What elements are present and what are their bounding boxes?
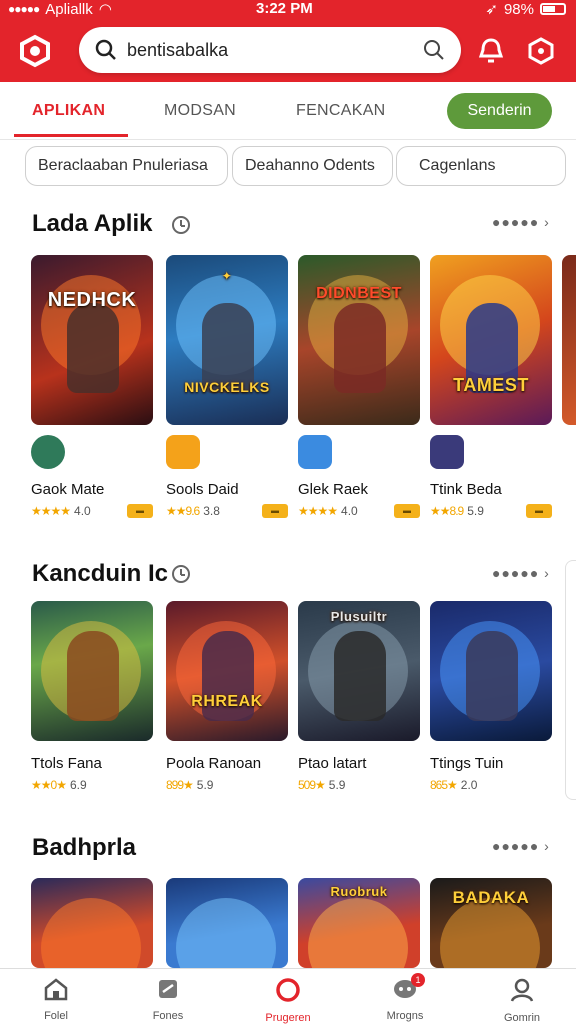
app-art: Ruobruk — [298, 878, 420, 968]
bottom-navigation: Folel Fones Prugeren 1 Mrogns Gomrin — [0, 968, 576, 1024]
app-rating: ★★★★ 4.0 ▬ — [31, 504, 153, 518]
app-name: Poola Ranoan — [166, 755, 262, 772]
app-card[interactable]: ✦ NIVCKELKS Sools Daid ★★9.6 3.8 ▬ — [166, 255, 288, 518]
nav-center[interactable]: Prugeren — [248, 977, 328, 1024]
app-name: Ttings Tuin — [430, 755, 504, 772]
status-time: 3:22 PM — [256, 0, 313, 17]
profile-icon — [510, 978, 534, 1002]
nav-games[interactable]: Fones — [128, 977, 208, 1022]
app-card[interactable]: Plusuiltr Ptao latart 509★ 5.9 — [298, 601, 420, 792]
app-card[interactable]: TAMEST Ttink Beda ★★8.9 5.9 ▬ — [430, 255, 552, 518]
search-input[interactable]: bentisabalka — [127, 40, 228, 61]
app-art — [31, 878, 153, 968]
signal-icon: ●●●●● — [8, 2, 40, 16]
app-art: TAMEST — [430, 255, 552, 425]
app-icon — [298, 435, 332, 469]
gift-icon[interactable] — [526, 36, 556, 66]
app-art: BADAKA — [430, 878, 552, 968]
tab-aplikan[interactable]: APLIKAN — [32, 102, 105, 120]
app-name: Ttink Beda — [430, 481, 502, 498]
nav-messages[interactable]: 1 Mrogns — [365, 973, 445, 1022]
tab-modsan[interactable]: MODSAN — [164, 102, 236, 120]
carrier-label: Apliallk — [45, 0, 93, 18]
app-art: ✦ NIVCKELKS — [166, 255, 288, 425]
see-more-link[interactable]: ●●●●● › — [492, 838, 550, 854]
app-card[interactable]: Ttings Tuin 865★ 2.0 — [430, 601, 552, 792]
app-rating: ★★0★ 6.9 — [31, 778, 87, 792]
clock-icon — [172, 565, 190, 583]
app-card[interactable]: RHREAK Poola Ranoan 899★ 5.9 — [166, 601, 288, 792]
app-card[interactable]: DIDNBEST Glek Raek ★★★★ 4.0 ▬ — [298, 255, 420, 518]
app-card[interactable]: NEDHCK Gaok Mate ★★★★ 4.0 ▬ — [31, 255, 153, 518]
price-badge-icon: ▬ — [262, 504, 288, 518]
app-rating: ★★★★ 4.0 ▬ — [298, 504, 420, 518]
status-bar: ●●●●● Apliallk ◠ 3:22 PM ➶ 98% — [0, 0, 576, 18]
battery-percent: 98% — [503, 0, 534, 18]
app-card[interactable] — [31, 878, 153, 968]
app-art: NEDHCK — [31, 255, 153, 425]
filter-chips: Beraclaaban Pnuleriasa Deahanno Odents C… — [0, 140, 576, 196]
app-art: Plusuiltr — [298, 601, 420, 741]
app-art: RHREAK — [166, 601, 288, 741]
app-art — [430, 601, 552, 741]
next-card-peek — [565, 560, 576, 800]
price-badge-icon: ▬ — [394, 504, 420, 518]
app-card[interactable]: Ttols Fana ★★0★ 6.9 — [31, 601, 153, 792]
search-icon — [95, 39, 116, 60]
home-icon — [44, 978, 68, 1001]
chip-1[interactable]: Beraclaaban Pnuleriasa — [25, 146, 228, 186]
next-card-peek — [562, 255, 576, 425]
battery-icon — [540, 3, 566, 15]
ring-icon — [276, 978, 300, 1002]
app-art — [166, 878, 288, 968]
section-title: Badhprla — [32, 834, 137, 861]
notification-badge: 1 — [411, 973, 425, 987]
app-rating: 899★ 5.9 — [166, 778, 214, 792]
section-title: Kancduin Ic — [32, 560, 169, 587]
app-card[interactable] — [166, 878, 288, 968]
app-name: Ptao latart — [298, 755, 367, 772]
senderin-button[interactable]: Senderin — [447, 93, 552, 129]
app-icon — [166, 435, 200, 469]
chip-2[interactable]: Deahanno Odents — [232, 146, 393, 186]
app-name: Gaok Mate — [31, 481, 105, 498]
notification-bell-icon[interactable] — [476, 36, 506, 66]
search-submit-icon[interactable] — [423, 39, 445, 61]
app-card[interactable]: BADAKA — [430, 878, 552, 968]
see-more-link[interactable]: ●●●●● › — [492, 214, 550, 230]
app-rating: ★★9.6 3.8 ▬ — [166, 504, 288, 518]
section-title: Lada Aplik — [32, 210, 153, 237]
app-art — [31, 601, 153, 741]
nav-home[interactable]: Folel — [16, 977, 96, 1022]
category-tabs: APLIKAN MODSAN FENCAKAN Senderin — [0, 82, 576, 140]
wifi-icon: ◠ — [98, 1, 112, 18]
app-logo-icon[interactable] — [18, 34, 52, 68]
chip-3[interactable]: Cagenlans — [396, 146, 566, 186]
app-name: Glek Raek — [298, 481, 369, 498]
location-icon: ➶ — [485, 1, 498, 18]
app-header: ●●●●● Apliallk ◠ 3:22 PM ➶ 98% bentisaba… — [0, 0, 576, 82]
price-badge-icon: ▬ — [127, 504, 153, 518]
see-more-link[interactable]: ●●●●● › — [492, 565, 550, 581]
nav-profile[interactable]: Gomrin — [482, 977, 562, 1024]
app-rating: 865★ 2.0 — [430, 778, 478, 792]
clock-icon — [172, 216, 190, 234]
app-rating: 509★ 5.9 — [298, 778, 346, 792]
app-icon — [31, 435, 65, 469]
app-name: Ttols Fana — [31, 755, 102, 772]
app-art: DIDNBEST — [298, 255, 420, 425]
app-rating: ★★8.9 5.9 ▬ — [430, 504, 552, 518]
app-card[interactable]: Ruobruk — [298, 878, 420, 968]
app-name: Sools Daid — [166, 481, 239, 498]
games-icon — [159, 980, 177, 998]
active-tab-indicator — [14, 134, 128, 137]
price-badge-icon: ▬ — [526, 504, 552, 518]
app-icon — [430, 435, 464, 469]
tab-fencakan[interactable]: FENCAKAN — [296, 102, 386, 120]
search-bar[interactable]: bentisabalka — [79, 27, 461, 73]
